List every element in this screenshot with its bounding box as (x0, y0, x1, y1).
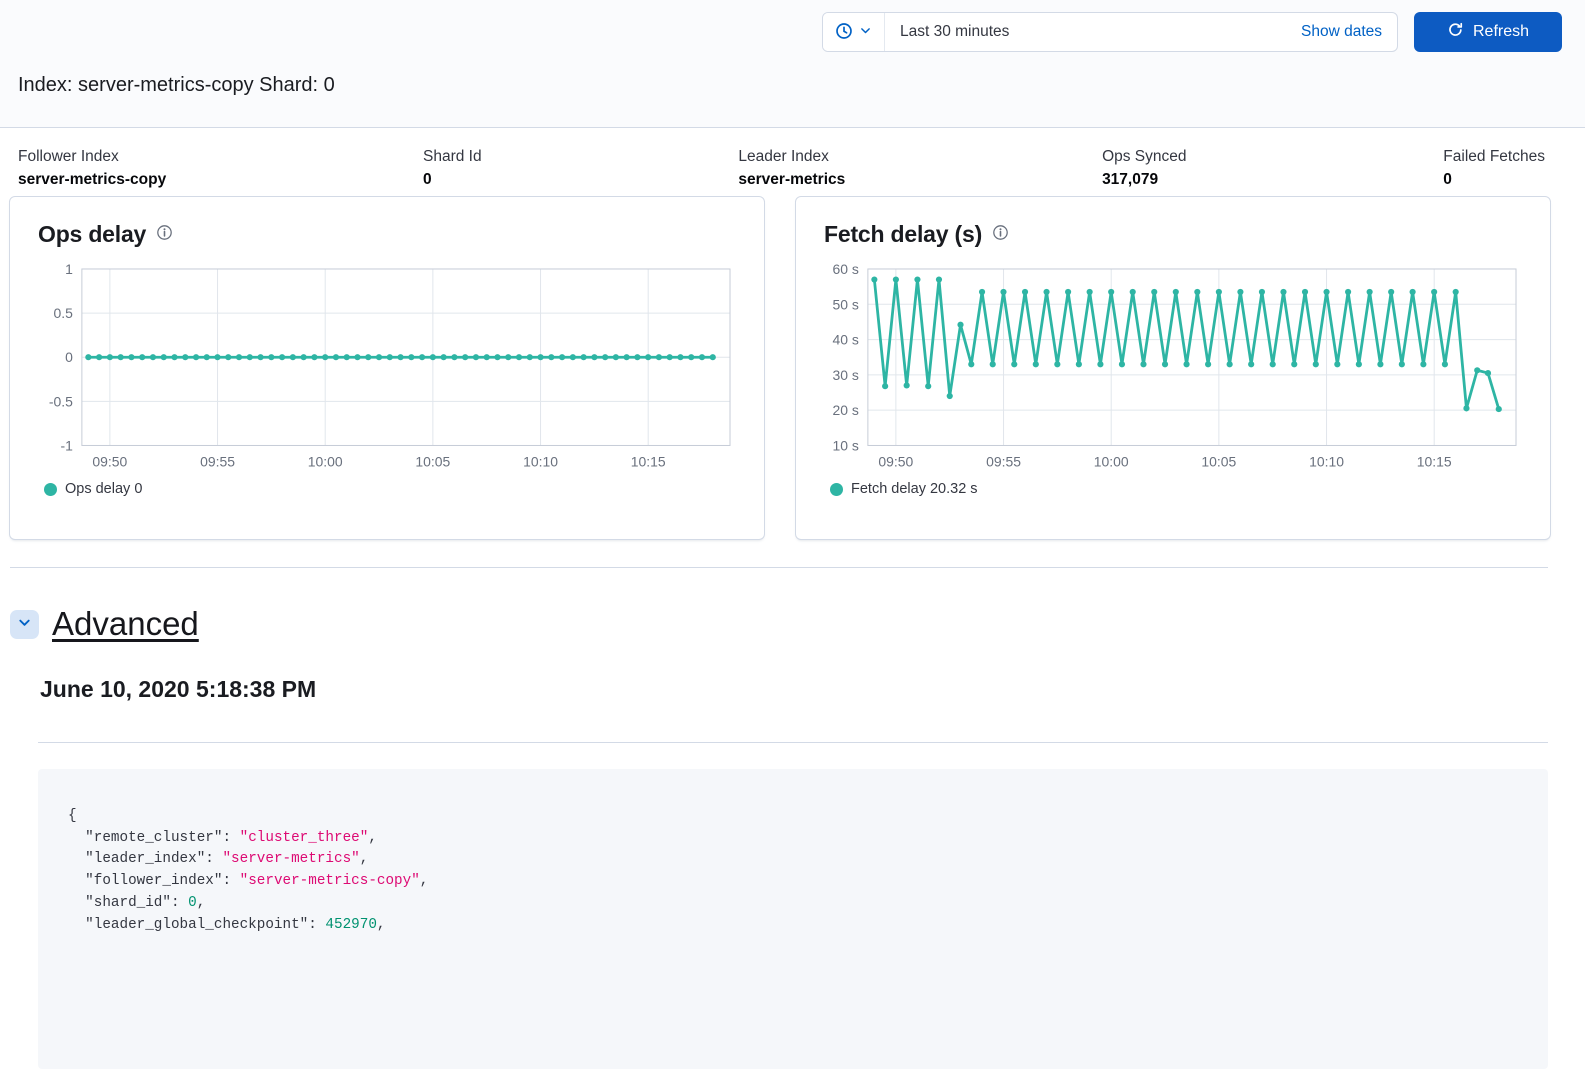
svg-text:60 s: 60 s (833, 261, 859, 277)
selected-time-range[interactable]: Last 30 minutes (900, 23, 1009, 41)
refresh-icon (1447, 21, 1464, 43)
stat-failed-fetches: Failed Fetches 0 (1443, 148, 1545, 189)
svg-text:10:05: 10:05 (415, 453, 450, 469)
clock-icon (835, 22, 853, 43)
fetch-delay-legend[interactable]: Fetch delay 20.32 s (824, 481, 1522, 497)
svg-text:-0.5: -0.5 (49, 393, 73, 409)
svg-text:1: 1 (65, 261, 73, 277)
svg-text:10:15: 10:15 (631, 453, 666, 469)
svg-text:0: 0 (65, 349, 73, 365)
charts-row: Ops delay 1 0.5 0 -0.5 -1 09:50 09:55 10:00 10:0… (9, 196, 1551, 540)
timestamp-divider (38, 742, 1548, 743)
json-code: { "remote_cluster": "cluster_three", "le… (68, 808, 429, 933)
info-icon[interactable] (992, 224, 1009, 246)
chevron-down-icon (17, 615, 32, 633)
svg-text:0.5: 0.5 (54, 305, 74, 321)
stat-leader-index: Leader Index server-metrics (738, 148, 845, 189)
info-icon[interactable] (156, 224, 173, 246)
fetch-delay-chart-title: Fetch delay (s) (824, 221, 983, 247)
ops-delay-legend[interactable]: Ops delay 0 (38, 481, 736, 497)
stat-follower-index: Follower Index server-metrics-copy (18, 148, 166, 189)
stat-value: server-metrics (738, 171, 846, 188)
advanced-accordion-toggle[interactable] (10, 609, 39, 639)
legend-dot-icon (830, 482, 843, 496)
svg-text:09:55: 09:55 (986, 453, 1021, 469)
stat-label: Failed Fetches (1443, 148, 1545, 165)
snapshot-timestamp: June 10, 2020 5:18:38 PM (40, 676, 317, 702)
section-divider (10, 567, 1548, 568)
json-code-block: { "remote_cluster": "cluster_three", "le… (38, 769, 1548, 1069)
fetch-delay-chart: 60 s 50 s 40 s 30 s 20 s 10 s 09:50 09:55 10:00 1… (833, 261, 1517, 469)
main-content: Follower Index server-metrics-copy Shard… (0, 148, 1585, 1069)
svg-text:09:50: 09:50 (878, 453, 913, 469)
refresh-button[interactable]: Refresh (1414, 12, 1562, 52)
page-title: Index: server-metrics-copy Shard: 0 (18, 74, 335, 96)
date-range-display[interactable]: Last 30 minutes Show dates (885, 13, 1397, 51)
svg-text:10 s: 10 s (833, 437, 859, 453)
fetch-delay-panel: Fetch delay (s) 60 s 50 s 40 s 30 s 20 s 10 s… (795, 196, 1551, 540)
page: Last 30 minutes Show dates Refresh Index… (0, 0, 1585, 1069)
svg-text:10:05: 10:05 (1201, 453, 1236, 469)
stat-label: Ops Synced (1102, 148, 1187, 165)
chevron-down-icon (859, 24, 872, 40)
stat-label: Follower Index (18, 148, 119, 165)
stat-value: 0 (1443, 171, 1452, 188)
show-dates-link[interactable]: Show dates (1301, 23, 1382, 41)
svg-text:30 s: 30 s (833, 367, 859, 383)
legend-label: Ops delay 0 (65, 481, 143, 498)
stat-value: 317,079 (1102, 171, 1159, 188)
stat-ops-synced: Ops Synced 317,079 (1102, 148, 1186, 189)
stat-shard-id: Shard Id 0 (423, 148, 482, 189)
svg-text:-1: -1 (60, 437, 73, 453)
svg-text:20 s: 20 s (833, 402, 859, 418)
stat-value: server-metrics-copy (18, 171, 167, 188)
advanced-section-title[interactable]: Advanced (52, 605, 199, 643)
svg-text:40 s: 40 s (833, 332, 859, 348)
stat-label: Shard Id (423, 148, 482, 165)
refresh-button-label: Refresh (1472, 23, 1530, 40)
date-picker-row: Last 30 minutes Show dates Refresh (0, 0, 1585, 52)
legend-dot-icon (44, 482, 57, 496)
date-quick-select-button[interactable] (823, 13, 885, 51)
ops-delay-panel: Ops delay 1 0.5 0 -0.5 -1 09:50 09:55 10:00 10:0… (9, 196, 765, 540)
svg-text:10:10: 10:10 (1309, 453, 1344, 469)
super-date-picker: Last 30 minutes Show dates (822, 12, 1398, 52)
svg-text:10:10: 10:10 (523, 453, 558, 469)
ops-delay-chart: 1 0.5 0 -0.5 -1 09:50 09:55 10:00 10:05 10:10 10:1… (49, 261, 731, 469)
svg-text:09:55: 09:55 (200, 453, 235, 469)
stat-value: 0 (423, 171, 432, 188)
stats-row: Follower Index server-metrics-copy Shard… (18, 148, 1545, 189)
svg-text:10:00: 10:00 (1094, 453, 1129, 469)
legend-label: Fetch delay 20.32 s (851, 481, 978, 498)
page-header: Last 30 minutes Show dates Refresh Index… (0, 0, 1585, 128)
stat-label: Leader Index (738, 148, 829, 165)
advanced-accordion-header: Advanced (10, 605, 1585, 643)
svg-text:10:00: 10:00 (308, 453, 343, 469)
svg-text:10:15: 10:15 (1417, 453, 1452, 469)
svg-text:50 s: 50 s (833, 296, 859, 312)
ops-delay-chart-title: Ops delay (38, 221, 147, 247)
svg-text:09:50: 09:50 (92, 453, 127, 469)
